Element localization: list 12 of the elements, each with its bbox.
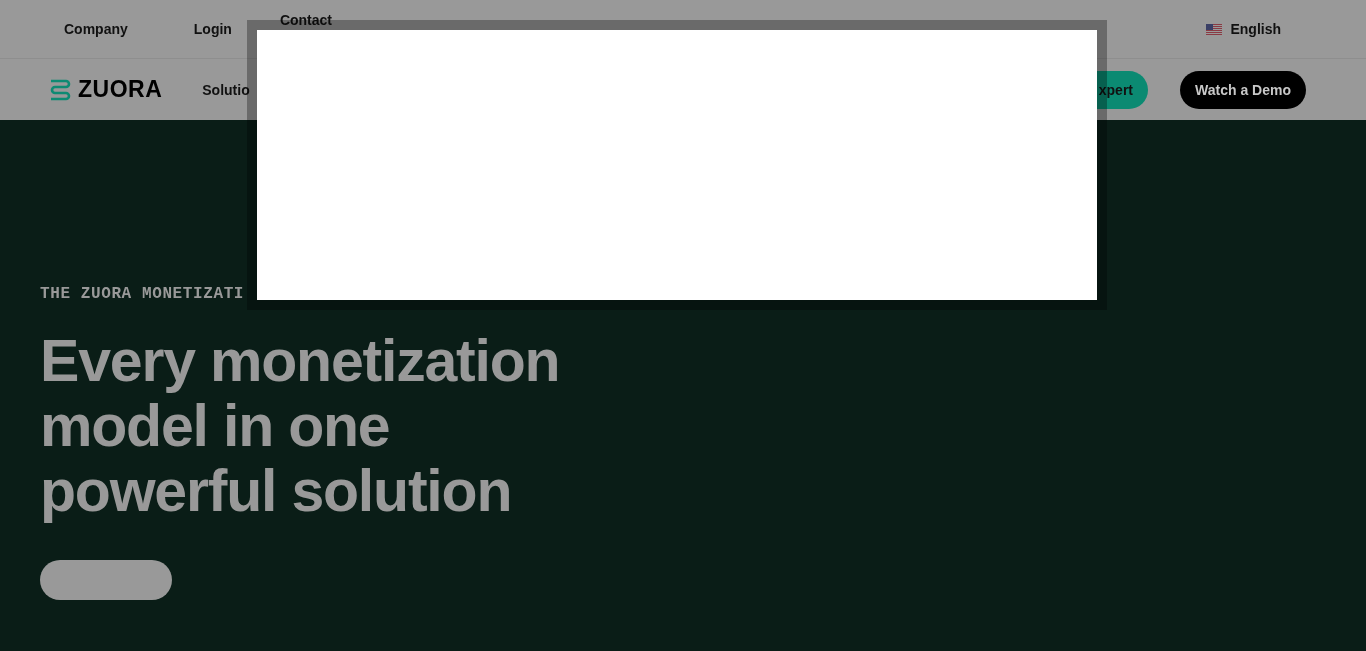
top-nav-link[interactable]: Contact [279, 13, 333, 27]
logo-mark-icon [48, 77, 72, 102]
eyebrow-text: THE ZUORA MONETIZATI [40, 284, 246, 304]
hero-headline: Every monetization model in one powerful solution [40, 329, 561, 524]
nav-menu-item[interactable]: Solutio [202, 81, 250, 98]
top-nav-link[interactable]: Login [193, 21, 232, 37]
language-selector[interactable]: English [1206, 21, 1281, 37]
logo-wordmark[interactable]: ZUORA [78, 76, 163, 103]
top-nav-link[interactable]: Company [64, 21, 128, 37]
demo-button[interactable]: Watch a Demo [1180, 70, 1306, 109]
flag-icon [1206, 23, 1223, 35]
hero-button[interactable] [40, 560, 172, 600]
